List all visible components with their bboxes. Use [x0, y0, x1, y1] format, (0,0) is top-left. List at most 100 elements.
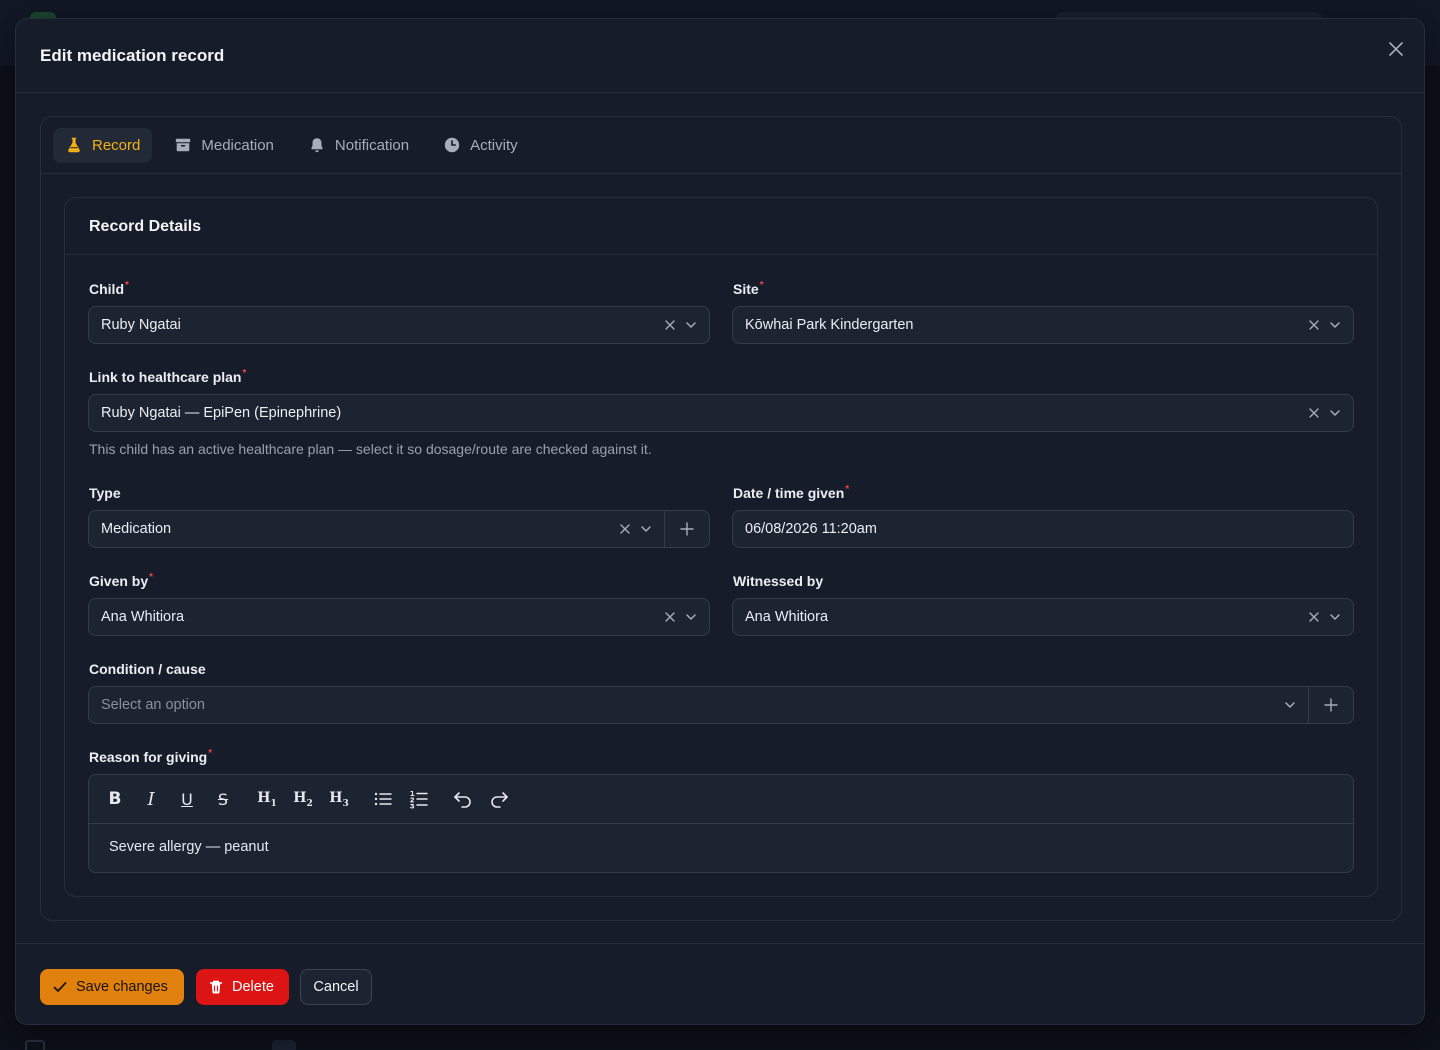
strikethrough-icon: S — [217, 789, 229, 809]
child-select[interactable]: Ruby Ngatai — [88, 306, 710, 344]
required-marker: * — [125, 280, 129, 291]
redo-button[interactable] — [488, 788, 510, 810]
healthcare-plan-label: Link to healthcare plan* — [89, 368, 247, 385]
clear-icon[interactable] — [663, 318, 677, 332]
backdrop-icon — [25, 1040, 45, 1050]
given-by-label: Given by* — [89, 572, 154, 589]
archive-box-icon — [176, 138, 191, 152]
input-divider — [1308, 687, 1309, 723]
undo-button[interactable] — [452, 788, 474, 810]
healthcare-plan-helper: This child has an active healthcare plan… — [89, 441, 652, 457]
underline-icon: U — [181, 789, 193, 809]
chevron-down-icon[interactable] — [1328, 406, 1342, 420]
bullet-list-button[interactable] — [372, 788, 394, 810]
given-by-select[interactable]: Ana Whitiora — [88, 598, 710, 636]
given-by-value: Ana Whitiora — [101, 609, 185, 625]
tabs-card: Record Medication Notification Activity … — [40, 116, 1402, 921]
reason-rich-editor[interactable]: B I U S H1 H2 H3 Severe allergy — peanut — [88, 774, 1354, 873]
strikethrough-button[interactable]: S — [212, 788, 234, 810]
heading-3-button[interactable]: H3 — [328, 788, 350, 810]
ordered-list-icon — [410, 790, 428, 809]
condition-select[interactable]: Select an option — [88, 686, 1354, 724]
close-icon — [1389, 42, 1403, 56]
witnessed-by-value: Ana Whitiora — [745, 609, 829, 625]
heading-1-button[interactable]: H1 — [256, 788, 278, 810]
tab-activity[interactable]: Activity — [431, 128, 530, 163]
ordered-list-button[interactable] — [408, 788, 430, 810]
clear-icon[interactable] — [1307, 610, 1321, 624]
type-select[interactable]: Medication — [88, 510, 710, 548]
add-type-button[interactable] — [679, 521, 695, 537]
add-condition-button[interactable] — [1323, 697, 1339, 713]
child-value: Ruby Ngatai — [101, 317, 181, 333]
section-title: Record Details — [89, 218, 202, 235]
reason-label: Reason for giving* — [89, 748, 213, 765]
clear-icon[interactable] — [1307, 406, 1321, 420]
type-value: Medication — [101, 521, 172, 537]
healthcare-plan-select[interactable]: Ruby Ngatai — EpiPen (Epinephrine) — [88, 394, 1354, 432]
tab-label: Medication — [201, 136, 274, 154]
modal-title: Edit medication record — [40, 46, 225, 65]
condition-placeholder: Select an option — [101, 697, 205, 713]
record-details-section: Record Details Child* Ruby Ngatai Site* … — [64, 197, 1378, 897]
chevron-down-icon[interactable] — [1328, 318, 1342, 332]
delete-button[interactable]: Delete — [196, 969, 289, 1005]
site-value: Kōwhai Park Kindergarten — [745, 317, 914, 333]
date-time-input[interactable]: 06/08/2026 11:20am — [732, 510, 1354, 548]
condition-label: Condition / cause — [89, 661, 206, 677]
clear-icon[interactable] — [618, 522, 632, 536]
required-marker: * — [759, 280, 764, 291]
modal-header: Edit medication record — [16, 19, 1424, 93]
clear-icon[interactable] — [663, 610, 677, 624]
save-changes-button[interactable]: Save changes — [40, 969, 184, 1005]
bold-icon: B — [108, 789, 122, 809]
modal-footer: Save changes Delete Cancel — [16, 943, 1424, 1025]
redo-icon — [491, 792, 508, 808]
save-label: Save changes — [76, 979, 168, 995]
child-label: Child* — [89, 280, 129, 297]
backdrop-badge — [272, 1040, 296, 1050]
underline-button[interactable]: U — [176, 788, 198, 810]
tabs-bar: Record Medication Notification Activity — [41, 117, 1401, 174]
date-time-value: 06/08/2026 11:20am — [745, 521, 877, 537]
witnessed-by-select[interactable]: Ana Whitiora — [732, 598, 1354, 636]
editor-content[interactable]: Severe allergy — peanut — [109, 839, 269, 855]
heading-3-icon: H3 — [329, 789, 349, 809]
close-button[interactable] — [1386, 39, 1406, 59]
tab-label: Activity — [470, 136, 518, 154]
required-marker: * — [149, 572, 154, 583]
chevron-down-icon[interactable] — [1328, 610, 1342, 624]
heading-2-button[interactable]: H2 — [292, 788, 314, 810]
clear-icon[interactable] — [1307, 318, 1321, 332]
tab-medication[interactable]: Medication — [162, 128, 286, 163]
type-label: Type — [89, 485, 121, 501]
italic-icon: I — [147, 788, 155, 810]
cancel-label: Cancel — [313, 979, 359, 995]
tab-record[interactable]: Record — [53, 127, 153, 163]
section-header: Record Details — [65, 198, 1377, 255]
trash-icon — [209, 980, 223, 994]
date-time-label: Date / time given* — [733, 484, 850, 501]
heading-1-icon: H1 — [257, 789, 277, 809]
site-select[interactable]: Kōwhai Park Kindergarten — [732, 306, 1354, 344]
required-marker: * — [242, 368, 247, 379]
cancel-button[interactable]: Cancel — [300, 969, 372, 1005]
italic-button[interactable]: I — [140, 788, 162, 810]
heading-2-icon: H2 — [293, 789, 313, 809]
chevron-down-icon[interactable] — [639, 522, 653, 536]
bell-icon — [311, 138, 323, 153]
check-icon — [53, 982, 67, 992]
required-marker: * — [845, 484, 850, 495]
chevron-down-icon[interactable] — [684, 610, 698, 624]
bold-button[interactable]: B — [104, 788, 126, 810]
healthcare-plan-value: Ruby Ngatai — EpiPen (Epinephrine) — [101, 405, 342, 421]
bullet-list-icon — [374, 792, 392, 806]
chevron-down-icon[interactable] — [684, 318, 698, 332]
witnessed-by-label: Witnessed by — [733, 573, 824, 589]
tab-notification[interactable]: Notification — [296, 128, 421, 163]
editor-toolbar: B I U S H1 H2 H3 — [89, 775, 1353, 824]
flask-icon — [68, 137, 80, 153]
chevron-down-icon[interactable] — [1283, 698, 1297, 712]
required-marker: * — [208, 748, 213, 759]
site-label: Site* — [733, 280, 764, 297]
